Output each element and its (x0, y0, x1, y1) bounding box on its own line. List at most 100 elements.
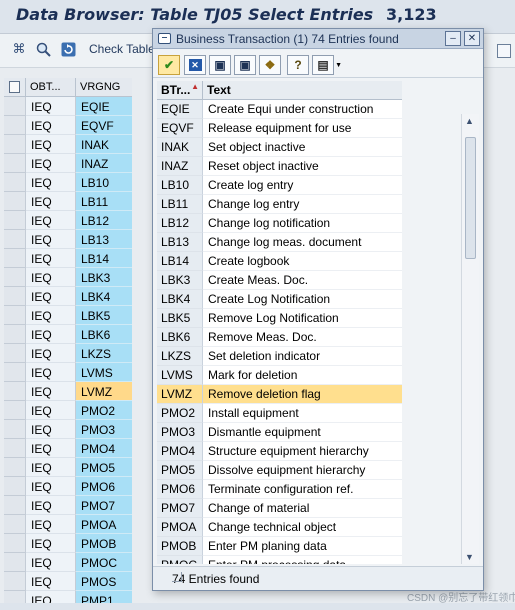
cell-vrgng[interactable]: LVMS (76, 363, 132, 382)
cell-vrgng[interactable]: LBK5 (76, 306, 132, 325)
cell-obtype[interactable]: IEQ (26, 363, 76, 382)
list-item[interactable]: LB10 Create log entry (157, 176, 402, 195)
list-item-text[interactable]: Create log entry (203, 176, 402, 195)
list-item[interactable]: PMO4 Structure equipment hierarchy (157, 442, 402, 461)
cell-vrgng[interactable]: EQVF (76, 116, 132, 135)
table-row[interactable]: IEQ LBK5 (4, 306, 132, 325)
cell-vrgng[interactable]: INAZ (76, 154, 132, 173)
list-item-text[interactable]: Change log entry (203, 195, 402, 214)
cell-obtype[interactable]: IEQ (26, 572, 76, 591)
list-item-text[interactable]: Change technical object (203, 518, 402, 537)
table-row[interactable]: IEQ LBK4 (4, 287, 132, 306)
cell-obtype[interactable]: IEQ (26, 325, 76, 344)
list-item-code[interactable]: LB11 (157, 195, 203, 214)
check-table-button[interactable]: Check Table (89, 42, 155, 56)
list-item[interactable]: PMO2 Install equipment (157, 404, 402, 423)
continue-button[interactable]: ✔ (158, 55, 180, 75)
cell-obtype[interactable]: IEQ (26, 230, 76, 249)
table-row[interactable]: IEQ LVMS (4, 363, 132, 382)
table-row[interactable]: IEQ INAZ (4, 154, 132, 173)
cell-obtype[interactable]: IEQ (26, 211, 76, 230)
list-item-code[interactable]: LB10 (157, 176, 203, 195)
list-item-code[interactable]: LVMZ (157, 385, 203, 404)
cell-vrgng[interactable]: PMOA (76, 515, 132, 534)
list-item-code[interactable]: EQIE (157, 100, 203, 119)
list-item-code[interactable]: LKZS (157, 347, 203, 366)
cell-vrgng[interactable]: LB14 (76, 249, 132, 268)
list-item-code[interactable]: PMO4 (157, 442, 203, 461)
row-selector[interactable] (4, 97, 26, 116)
row-selector[interactable] (4, 211, 26, 230)
row-selector[interactable] (4, 192, 26, 211)
hint-button[interactable]: ? (287, 55, 309, 75)
list-item[interactable]: LB14 Create logbook (157, 252, 402, 271)
cell-obtype[interactable]: IEQ (26, 249, 76, 268)
list-item-text[interactable]: Set deletion indicator (203, 347, 402, 366)
find-next-button[interactable]: ▣ (234, 55, 256, 75)
row-selector[interactable] (4, 477, 26, 496)
list-item[interactable]: LBK6 Remove Meas. Doc. (157, 328, 402, 347)
column-header-btr[interactable]: BTr... ▲ (157, 81, 203, 99)
list-item-code[interactable]: PMOB (157, 537, 203, 556)
cell-vrgng[interactable]: LBK4 (76, 287, 132, 306)
table-row[interactable]: IEQ PMO2 (4, 401, 132, 420)
list-item-text[interactable]: Create Log Notification (203, 290, 402, 309)
print-button[interactable]: ▤ ▼ (312, 55, 342, 75)
list-item[interactable]: PMO6 Terminate configuration ref. (157, 480, 402, 499)
table-row[interactable]: IEQ EQVF (4, 116, 132, 135)
row-selector[interactable] (4, 173, 26, 192)
list-item-text[interactable]: Create logbook (203, 252, 402, 271)
list-item-text[interactable]: Install equipment (203, 404, 402, 423)
list-item-code[interactable]: INAZ (157, 157, 203, 176)
cell-obtype[interactable]: IEQ (26, 287, 76, 306)
list-item[interactable]: LVMS Mark for deletion (157, 366, 402, 385)
list-item-text[interactable]: Remove Meas. Doc. (203, 328, 402, 347)
row-selector[interactable] (4, 496, 26, 515)
table-row[interactable]: IEQ PMO5 (4, 458, 132, 477)
list-item-text[interactable]: Enter PM planing data (203, 537, 402, 556)
table-row[interactable]: IEQ LKZS (4, 344, 132, 363)
list-item-text[interactable]: Reset object inactive (203, 157, 402, 176)
scroll-down-icon[interactable]: ▼ (465, 552, 474, 562)
list-item-text[interactable]: Structure equipment hierarchy (203, 442, 402, 461)
list-item[interactable]: LB13 Change log meas. document (157, 233, 402, 252)
table-row[interactable]: IEQ LB10 (4, 173, 132, 192)
row-selector[interactable] (4, 363, 26, 382)
cell-obtype[interactable]: IEQ (26, 268, 76, 287)
list-item-text[interactable]: Change log notification (203, 214, 402, 233)
list-item-text[interactable]: Release equipment for use (203, 119, 402, 138)
list-item[interactable]: LB11 Change log entry (157, 195, 402, 214)
list-item-text[interactable]: Remove deletion flag (203, 385, 402, 404)
scroll-up-icon[interactable]: ▲ (465, 116, 474, 126)
list-item[interactable]: LBK4 Create Log Notification (157, 290, 402, 309)
cell-obtype[interactable]: IEQ (26, 306, 76, 325)
cell-vrgng[interactable]: EQIE (76, 97, 132, 116)
row-selector[interactable] (4, 249, 26, 268)
list-item[interactable]: EQVF Release equipment for use (157, 119, 402, 138)
list-item[interactable]: PMO3 Dismantle equipment (157, 423, 402, 442)
row-selector[interactable] (4, 515, 26, 534)
scroll-thumb[interactable] (465, 137, 476, 259)
table-row[interactable]: IEQ LBK3 (4, 268, 132, 287)
cell-vrgng[interactable]: PMOC (76, 553, 132, 572)
list-item-code[interactable]: PMO7 (157, 499, 203, 518)
table-row[interactable]: IEQ LBK6 (4, 325, 132, 344)
cell-vrgng[interactable]: PMO2 (76, 401, 132, 420)
table-row[interactable]: IEQ LB12 (4, 211, 132, 230)
row-selector[interactable] (4, 458, 26, 477)
cell-obtype[interactable]: IEQ (26, 401, 76, 420)
row-selector[interactable] (4, 268, 26, 287)
cell-obtype[interactable]: IEQ (26, 496, 76, 515)
list-item[interactable]: INAZ Reset object inactive (157, 157, 402, 176)
list-item-code[interactable]: PMO2 (157, 404, 203, 423)
cell-vrgng[interactable]: PMO7 (76, 496, 132, 515)
row-selector[interactable] (4, 344, 26, 363)
cell-obtype[interactable]: IEQ (26, 553, 76, 572)
column-header-text[interactable]: Text (203, 81, 402, 99)
list-item-code[interactable]: LB12 (157, 214, 203, 233)
cell-obtype[interactable]: IEQ (26, 439, 76, 458)
list-item-code[interactable]: PMO3 (157, 423, 203, 442)
table-row[interactable]: IEQ EQIE (4, 97, 132, 116)
cell-obtype[interactable]: IEQ (26, 458, 76, 477)
cell-vrgng[interactable]: LKZS (76, 344, 132, 363)
